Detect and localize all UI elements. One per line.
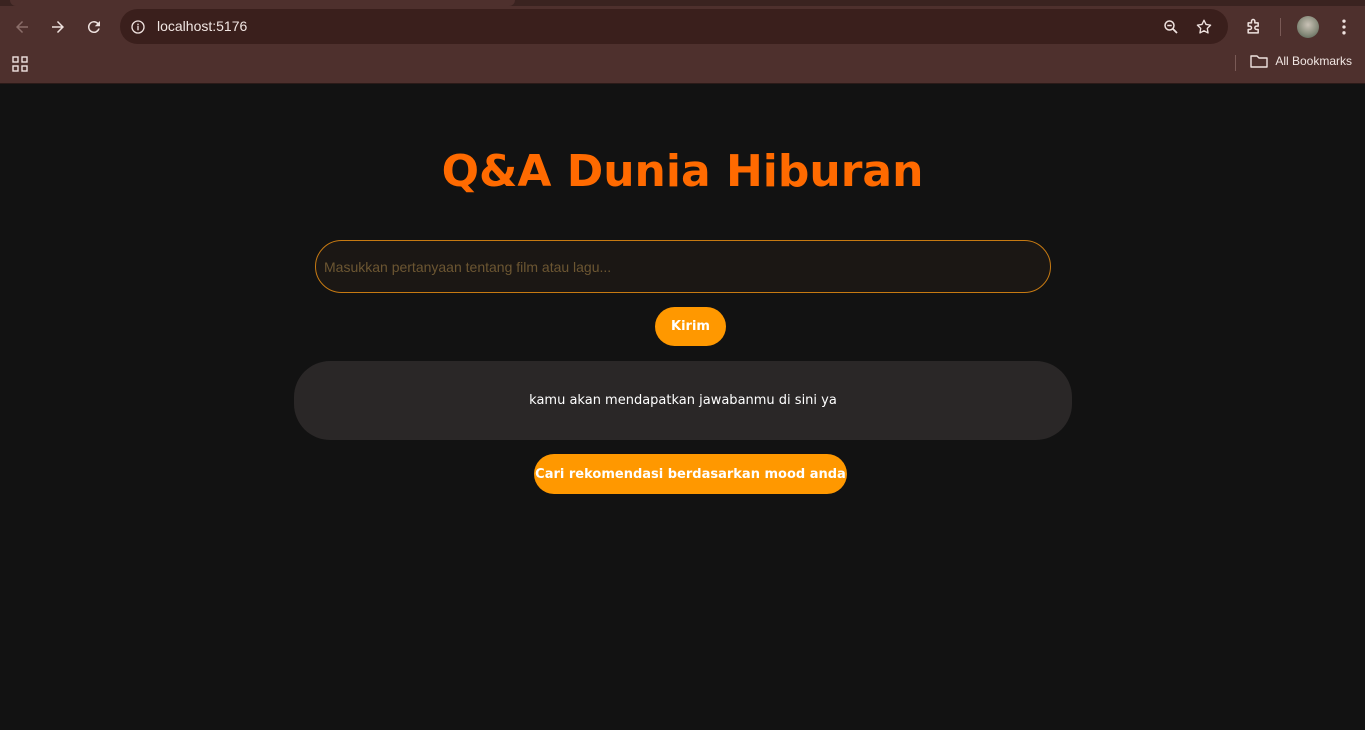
answer-text: kamu akan mendapatkan jawabanmu di sini … bbox=[529, 393, 837, 408]
zoom-icon[interactable] bbox=[1160, 16, 1182, 38]
url-text[interactable]: localhost:5176 bbox=[157, 18, 247, 34]
bookmarks-bar: All Bookmarks bbox=[0, 50, 1365, 76]
page-title: Q&A Dunia Hiburan bbox=[441, 146, 924, 197]
question-input[interactable] bbox=[315, 240, 1051, 293]
reload-button[interactable] bbox=[79, 12, 109, 42]
profile-avatar[interactable] bbox=[1297, 16, 1319, 38]
browser-toolbar: localhost:5176 bbox=[0, 8, 1365, 46]
menu-icon[interactable] bbox=[1331, 14, 1357, 40]
active-tab[interactable] bbox=[10, 0, 515, 6]
send-button[interactable]: Kirim bbox=[655, 307, 726, 346]
answer-box: kamu akan mendapatkan jawabanmu di sini … bbox=[294, 361, 1072, 440]
bookmarks-divider bbox=[1235, 55, 1236, 71]
browser-chrome: localhost:5176 All Bookmarks bbox=[0, 0, 1365, 84]
reload-icon bbox=[87, 21, 100, 34]
back-icon bbox=[16, 21, 28, 33]
extensions-icon[interactable] bbox=[1241, 14, 1267, 40]
tab-strip bbox=[0, 0, 1365, 6]
apps-icon[interactable] bbox=[12, 56, 28, 72]
mood-recommendation-button[interactable]: Cari rekomendasi berdasarkan mood anda bbox=[534, 454, 847, 494]
all-bookmarks-label: All Bookmarks bbox=[1275, 54, 1352, 68]
all-bookmarks-button[interactable]: All Bookmarks bbox=[1250, 54, 1352, 68]
page-content: Q&A Dunia Hiburan Kirim kamu akan mendap… bbox=[0, 84, 1365, 730]
site-info-icon[interactable] bbox=[128, 17, 148, 37]
back-button[interactable] bbox=[7, 12, 37, 42]
forward-button[interactable] bbox=[43, 12, 73, 42]
bookmark-star-icon[interactable] bbox=[1193, 16, 1215, 38]
toolbar-divider bbox=[1280, 18, 1281, 36]
forward-icon bbox=[52, 21, 64, 33]
address-bar[interactable]: localhost:5176 bbox=[120, 9, 1228, 44]
folder-icon bbox=[1250, 55, 1269, 68]
